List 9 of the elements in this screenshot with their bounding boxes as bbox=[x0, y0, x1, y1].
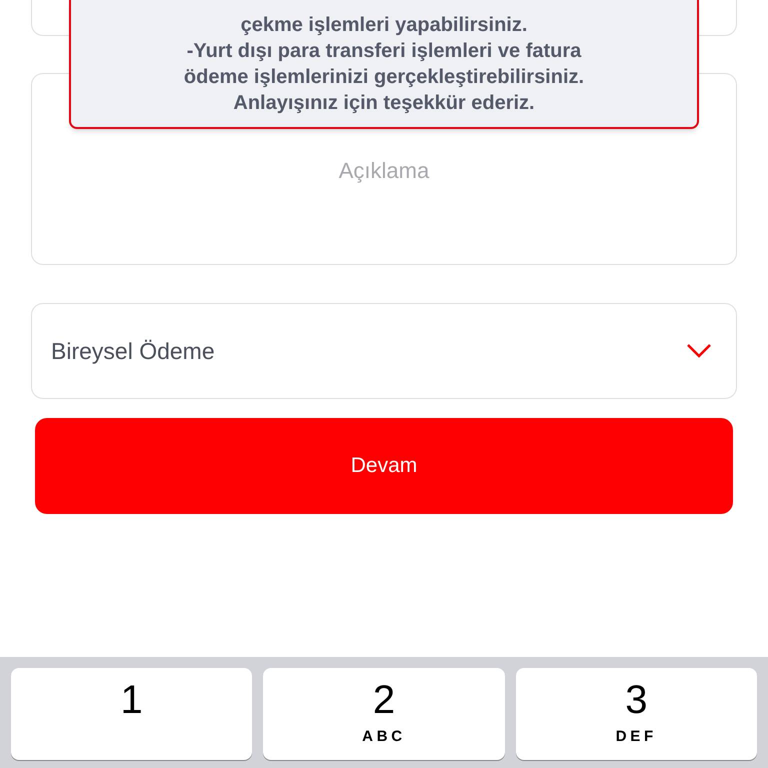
payment-type-dropdown[interactable]: Bireysel Ödeme bbox=[31, 303, 737, 399]
toast-message-line: çekme işlemleri yapabilirsiniz. bbox=[240, 12, 528, 38]
toast-message-line: Anlayışınız için teşekkür ederiz. bbox=[233, 90, 535, 116]
keypad-key[interactable]: 3 DEF bbox=[516, 668, 757, 760]
continue-button[interactable]: Devam bbox=[35, 418, 733, 514]
keypad-key[interactable]: 2 ABC bbox=[263, 668, 505, 760]
toast-message-line: -Yurt dışı para transferi işlemleri ve fatura bbox=[186, 38, 582, 64]
keypad-key[interactable]: 1 bbox=[11, 668, 252, 760]
chevron-down-icon bbox=[686, 343, 712, 359]
